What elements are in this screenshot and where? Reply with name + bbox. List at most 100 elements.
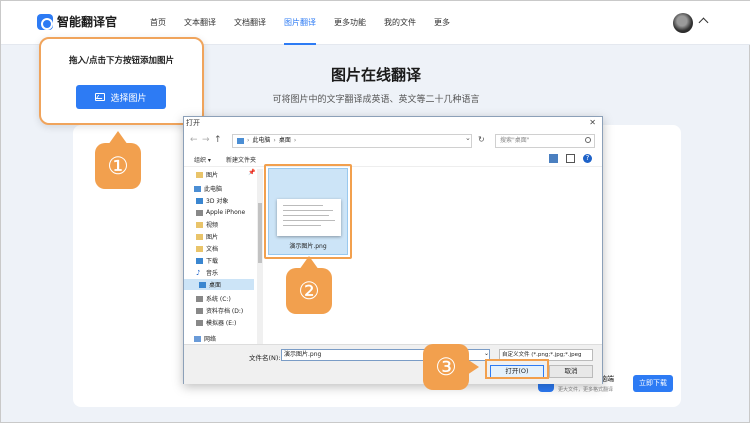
tree-item-desktop[interactable]: 桌面 bbox=[184, 279, 254, 290]
address-bar[interactable]: › 此电脑 › 桌面 › bbox=[232, 134, 472, 148]
dialog-toolbar: 组织 ▾ 新建文件夹 ? bbox=[184, 153, 602, 167]
search-input[interactable]: 搜索"桌面" bbox=[495, 134, 595, 148]
tree-label: 图片 bbox=[206, 172, 219, 179]
nav-item-image-translate[interactable]: 图片翻译 bbox=[275, 1, 325, 45]
pictures-folder-icon bbox=[196, 233, 203, 240]
tree-label: 桌面 bbox=[209, 282, 222, 289]
download-button[interactable]: 立即下载 bbox=[633, 375, 673, 392]
pin-icon: 📌 bbox=[248, 169, 256, 176]
scrollbar-thumb[interactable] bbox=[258, 203, 262, 263]
tooltip-text: 拖入/点击下方按钮添加图片 bbox=[68, 56, 175, 66]
new-folder-button[interactable]: 新建文件夹 bbox=[226, 155, 256, 164]
music-icon: ♪ bbox=[196, 268, 201, 277]
logo-icon bbox=[37, 13, 53, 30]
folder-icon bbox=[196, 171, 203, 178]
forward-arrow-icon[interactable]: → bbox=[202, 135, 210, 145]
step-badge-3: ③ bbox=[423, 344, 479, 390]
preview-pane-icon[interactable] bbox=[566, 154, 575, 163]
drive-icon bbox=[196, 295, 203, 302]
tree-item-music[interactable]: ♪ 音乐 bbox=[196, 267, 218, 278]
tree-label: Apple iPhone bbox=[206, 209, 246, 216]
step-badge-2: ② bbox=[286, 256, 332, 314]
download-icon bbox=[196, 257, 203, 264]
step-badge-1: ① bbox=[95, 131, 141, 189]
promo-subtitle: 更大文件，更多格式翻译 bbox=[558, 387, 614, 393]
phone-icon bbox=[196, 209, 203, 216]
upload-tooltip: 拖入/点击下方按钮添加图片 选择图片 bbox=[39, 37, 204, 125]
tree-item-iphone[interactable]: Apple iPhone bbox=[196, 207, 245, 218]
image-icon bbox=[95, 93, 106, 101]
drive-icon bbox=[196, 319, 203, 326]
tree-item-drive-d[interactable]: 资料存档 (D:) bbox=[196, 305, 243, 316]
address-row: ← → ↑ › 此电脑 › 桌面 › ⌄ ↻ 搜索"桌面" bbox=[184, 131, 602, 151]
network-icon bbox=[194, 335, 201, 342]
breadcrumb-sep: › bbox=[293, 137, 297, 144]
tree-item-pictures[interactable]: 图片 bbox=[196, 231, 218, 242]
breadcrumb-sep: › bbox=[273, 137, 276, 144]
search-placeholder: 搜索"桌面" bbox=[500, 137, 530, 144]
tree-item-documents[interactable]: 文档 bbox=[196, 243, 218, 254]
view-controls: ? bbox=[549, 154, 592, 163]
chevron-up-icon[interactable] bbox=[698, 17, 709, 28]
tree-item-videos[interactable]: 视频 bbox=[196, 219, 218, 230]
tree-label: 文档 bbox=[206, 246, 219, 253]
tree-item-drive-e[interactable]: 模拟器 (E:) bbox=[196, 317, 236, 328]
tree-label: 视频 bbox=[206, 222, 219, 229]
tree-label: 网络 bbox=[204, 336, 217, 343]
step-number: ① bbox=[95, 143, 141, 189]
screen-frame: 智能翻译官 首页 文本翻译 文档翻译 图片翻译 更多功能 我的文件 更多 图片在… bbox=[0, 0, 750, 423]
tree-scrollbar[interactable] bbox=[257, 169, 263, 344]
video-folder-icon bbox=[196, 221, 203, 228]
view-options-icon[interactable] bbox=[549, 154, 558, 163]
tree-item-this-pc[interactable]: 此电脑 bbox=[194, 183, 222, 194]
computer-icon bbox=[194, 185, 201, 192]
tree-label: 模拟器 (E:) bbox=[206, 320, 237, 327]
tree-label: 音乐 bbox=[206, 270, 219, 277]
tree-label: 3D 对象 bbox=[206, 198, 229, 205]
user-avatar[interactable] bbox=[673, 13, 693, 33]
desktop-icon bbox=[199, 281, 206, 288]
nav-item-my-files[interactable]: 我的文件 bbox=[375, 1, 425, 45]
file-open-dialog: 打开 ✕ ← → ↑ › 此电脑 › 桌面 › ⌄ ↻ 搜索"桌面" 组织 ▾ … bbox=[183, 116, 603, 384]
refresh-icon[interactable]: ↻ bbox=[478, 135, 485, 144]
select-image-label: 选择图片 bbox=[110, 93, 147, 104]
nav-item-more[interactable]: 更多 bbox=[425, 1, 459, 45]
tree-label: 图片 bbox=[206, 234, 219, 241]
app-logo[interactable]: 智能翻译官 bbox=[37, 13, 117, 30]
tree-label: 系统 (C:) bbox=[206, 296, 231, 303]
close-icon[interactable]: ✕ bbox=[589, 118, 596, 127]
navigation-tree: 图片 📌 此电脑 3D 对象 Apple iPhone 视频 图片 文档 下载 … bbox=[184, 169, 256, 344]
chevron-down-icon[interactable]: ⌄ bbox=[465, 134, 471, 142]
organize-menu[interactable]: 组织 ▾ bbox=[194, 155, 211, 164]
tree-item-3d-objects[interactable]: 3D 对象 bbox=[196, 195, 228, 206]
dialog-title: 打开 bbox=[186, 119, 200, 127]
filename-label: 文件名(N): bbox=[249, 354, 281, 362]
up-arrow-icon[interactable]: ↑ bbox=[214, 135, 222, 145]
app-name: 智能翻译官 bbox=[57, 15, 118, 29]
tree-item-network[interactable]: 网络 bbox=[194, 333, 216, 344]
step-number: ② bbox=[286, 268, 332, 314]
breadcrumb-this-pc[interactable]: 此电脑 bbox=[252, 135, 270, 147]
drive-icon bbox=[196, 307, 203, 314]
tree-item-drive-c[interactable]: 系统 (C:) bbox=[196, 293, 231, 304]
tree-item-quick-pictures[interactable]: 图片 bbox=[196, 169, 218, 180]
select-image-button[interactable]: 选择图片 bbox=[76, 85, 166, 109]
back-arrow-icon[interactable]: ← bbox=[190, 135, 198, 145]
nav-item-doc-translate[interactable]: 文档翻译 bbox=[225, 1, 275, 45]
tree-label: 下载 bbox=[206, 258, 219, 265]
search-icon bbox=[585, 137, 591, 143]
breadcrumb-sep: › bbox=[247, 137, 250, 144]
chevron-down-icon[interactable]: ⌄ bbox=[484, 350, 489, 357]
help-icon[interactable]: ? bbox=[583, 154, 592, 163]
tree-item-downloads[interactable]: 下载 bbox=[196, 255, 218, 266]
breadcrumb-desktop[interactable]: 桌面 bbox=[279, 135, 291, 147]
tree-label: 此电脑 bbox=[204, 186, 223, 193]
open-button-highlight bbox=[485, 359, 549, 379]
nav-item-more-features[interactable]: 更多功能 bbox=[325, 1, 375, 45]
badge-pointer bbox=[467, 359, 479, 375]
computer-icon bbox=[237, 138, 244, 144]
step-number: ③ bbox=[423, 344, 469, 390]
3d-objects-icon bbox=[196, 197, 203, 204]
documents-folder-icon bbox=[196, 245, 203, 252]
cancel-button[interactable]: 取消 bbox=[549, 365, 593, 378]
